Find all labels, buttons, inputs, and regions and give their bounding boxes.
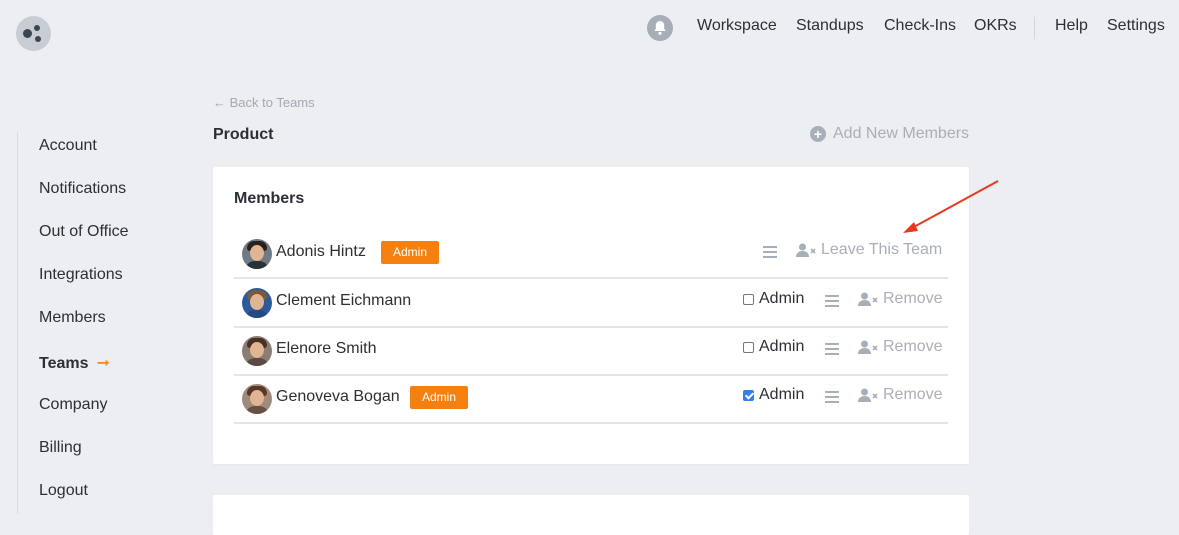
annotation-arrow-icon [903, 180, 999, 233]
